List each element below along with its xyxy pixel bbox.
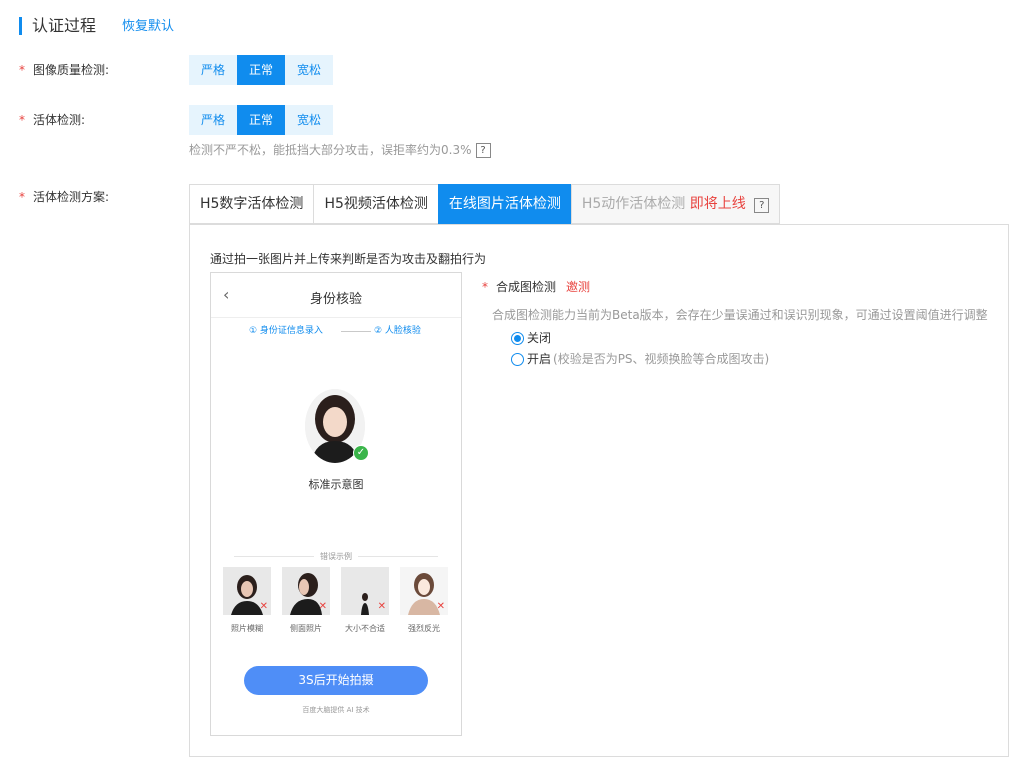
error-thumb-glare: ✕ [400, 567, 448, 615]
liveness-option-normal[interactable]: 正常 [237, 105, 285, 135]
help-icon[interactable]: ? [475, 142, 491, 158]
synthesis-detect-label: * 合成图检测 邀测 [482, 279, 590, 295]
coming-soon-badge: 即将上线 [689, 196, 746, 212]
sample-caption: 标准示意图 [308, 478, 364, 491]
error-examples-title-text: 错误示例 [320, 552, 352, 561]
error-thumb-side: ✕ [282, 567, 330, 615]
error-x-icon: ✕ [436, 601, 445, 612]
tab-online-image-liveness[interactable]: 在线图片活体检测 [437, 184, 571, 224]
synthesis-option-off-label: 关闭 [527, 331, 552, 345]
liveness-selector: 严格 正常 宽松 [189, 105, 333, 135]
tab-h5-action-liveness: H5动作活体检测 即将上线 ? [570, 184, 781, 224]
required-mark: * [19, 190, 25, 204]
panel-description: 通过拍一张图片并上传来判断是否为攻击及翻拍行为 [210, 252, 487, 266]
section-title: 认证过程 [32, 16, 97, 35]
error-thumb-blurry: ✕ [223, 567, 271, 615]
required-mark: * [19, 63, 25, 77]
tab-h5-digital-liveness[interactable]: H5数字活体检测 [189, 184, 314, 224]
liveness-label-text: 活体检测: [33, 113, 86, 127]
step-face-verify: ② 人脸核验 [374, 326, 421, 336]
powered-by-text: 百度大脑提供 AI 技术 [302, 706, 370, 714]
radio-checked-icon[interactable] [511, 331, 524, 345]
image-quality-label-text: 图像质量检测: [33, 63, 110, 77]
synthesis-description: 合成图检测能力当前为Beta版本，会存在少量误通过和误识别现象，可通过设置阈值进… [492, 308, 988, 322]
error-x-icon: ✕ [377, 601, 386, 612]
synthesis-label-text: 合成图检测 [496, 280, 557, 294]
error-thumb-size: ✕ [341, 567, 389, 615]
liveness-label: * 活体检测: [19, 112, 85, 128]
tab-h5-action-label: H5动作活体检测 [581, 196, 686, 212]
error-label-side: 侧面照片 [290, 624, 322, 633]
tab-h5-video-liveness[interactable]: H5视频活体检测 [313, 184, 438, 224]
error-x-icon: ✕ [318, 601, 327, 612]
error-label-glare: 强烈反光 [408, 624, 440, 633]
help-icon[interactable]: ? [754, 198, 770, 213]
image-quality-selector: 严格 正常 宽松 [189, 55, 333, 85]
phone-title: 身份核验 [309, 292, 362, 307]
required-mark: * [19, 113, 25, 127]
liveness-hint: 检测不严不松，能抵挡大部分攻击，误拒率约为0.3% ? [189, 142, 491, 158]
phone-preview: ‹ 身份核验 ① 身份证信息录入 ② 人脸核验 ✓ 标准示意图 错误示例 ✕ ✕… [210, 272, 462, 736]
step-id-info: ① 身份证信息录入 [249, 326, 323, 336]
restore-default-link[interactable]: 恢复默认 [122, 18, 174, 36]
scheme-tabs: H5数字活体检测 H5视频活体检测 在线图片活体检测 H5动作活体检测 即将上线… [189, 184, 781, 224]
success-check-icon: ✓ [353, 445, 369, 461]
synthesis-option-off[interactable]: 关闭 [511, 330, 551, 346]
step-connector [341, 331, 371, 332]
synthesis-option-on[interactable]: 开启 (校验是否为PS、视频换脸等合成图攻击) [511, 351, 769, 367]
synthesis-option-on-label: 开启 [527, 352, 552, 366]
error-examples-title: 错误示例 [227, 551, 445, 562]
liveness-option-loose[interactable]: 宽松 [285, 105, 333, 135]
invite-test-badge: 邀测 [566, 280, 591, 294]
phone-divider [211, 317, 461, 318]
image-quality-label: * 图像质量检测: [19, 62, 109, 78]
liveness-option-strict[interactable]: 严格 [189, 105, 237, 135]
required-mark: * [482, 280, 488, 294]
synthesis-option-on-note: (校验是否为PS、视频换脸等合成图攻击) [553, 352, 770, 366]
error-label-blurry: 照片模糊 [231, 624, 263, 633]
image-quality-option-strict[interactable]: 严格 [189, 55, 237, 85]
scheme-label: * 活体检测方案: [19, 189, 109, 205]
section-accent-bar [19, 17, 22, 35]
scheme-label-text: 活体检测方案: [33, 190, 110, 204]
radio-unchecked-icon[interactable] [511, 352, 524, 366]
start-capture-button: 3S后开始拍摄 [244, 666, 428, 695]
error-label-size: 大小不合适 [345, 624, 385, 633]
liveness-hint-text: 检测不严不松，能抵挡大部分攻击，误拒率约为0.3% [189, 143, 472, 157]
image-quality-option-normal[interactable]: 正常 [237, 55, 285, 85]
error-x-icon: ✕ [259, 601, 268, 612]
image-quality-option-loose[interactable]: 宽松 [285, 55, 333, 85]
